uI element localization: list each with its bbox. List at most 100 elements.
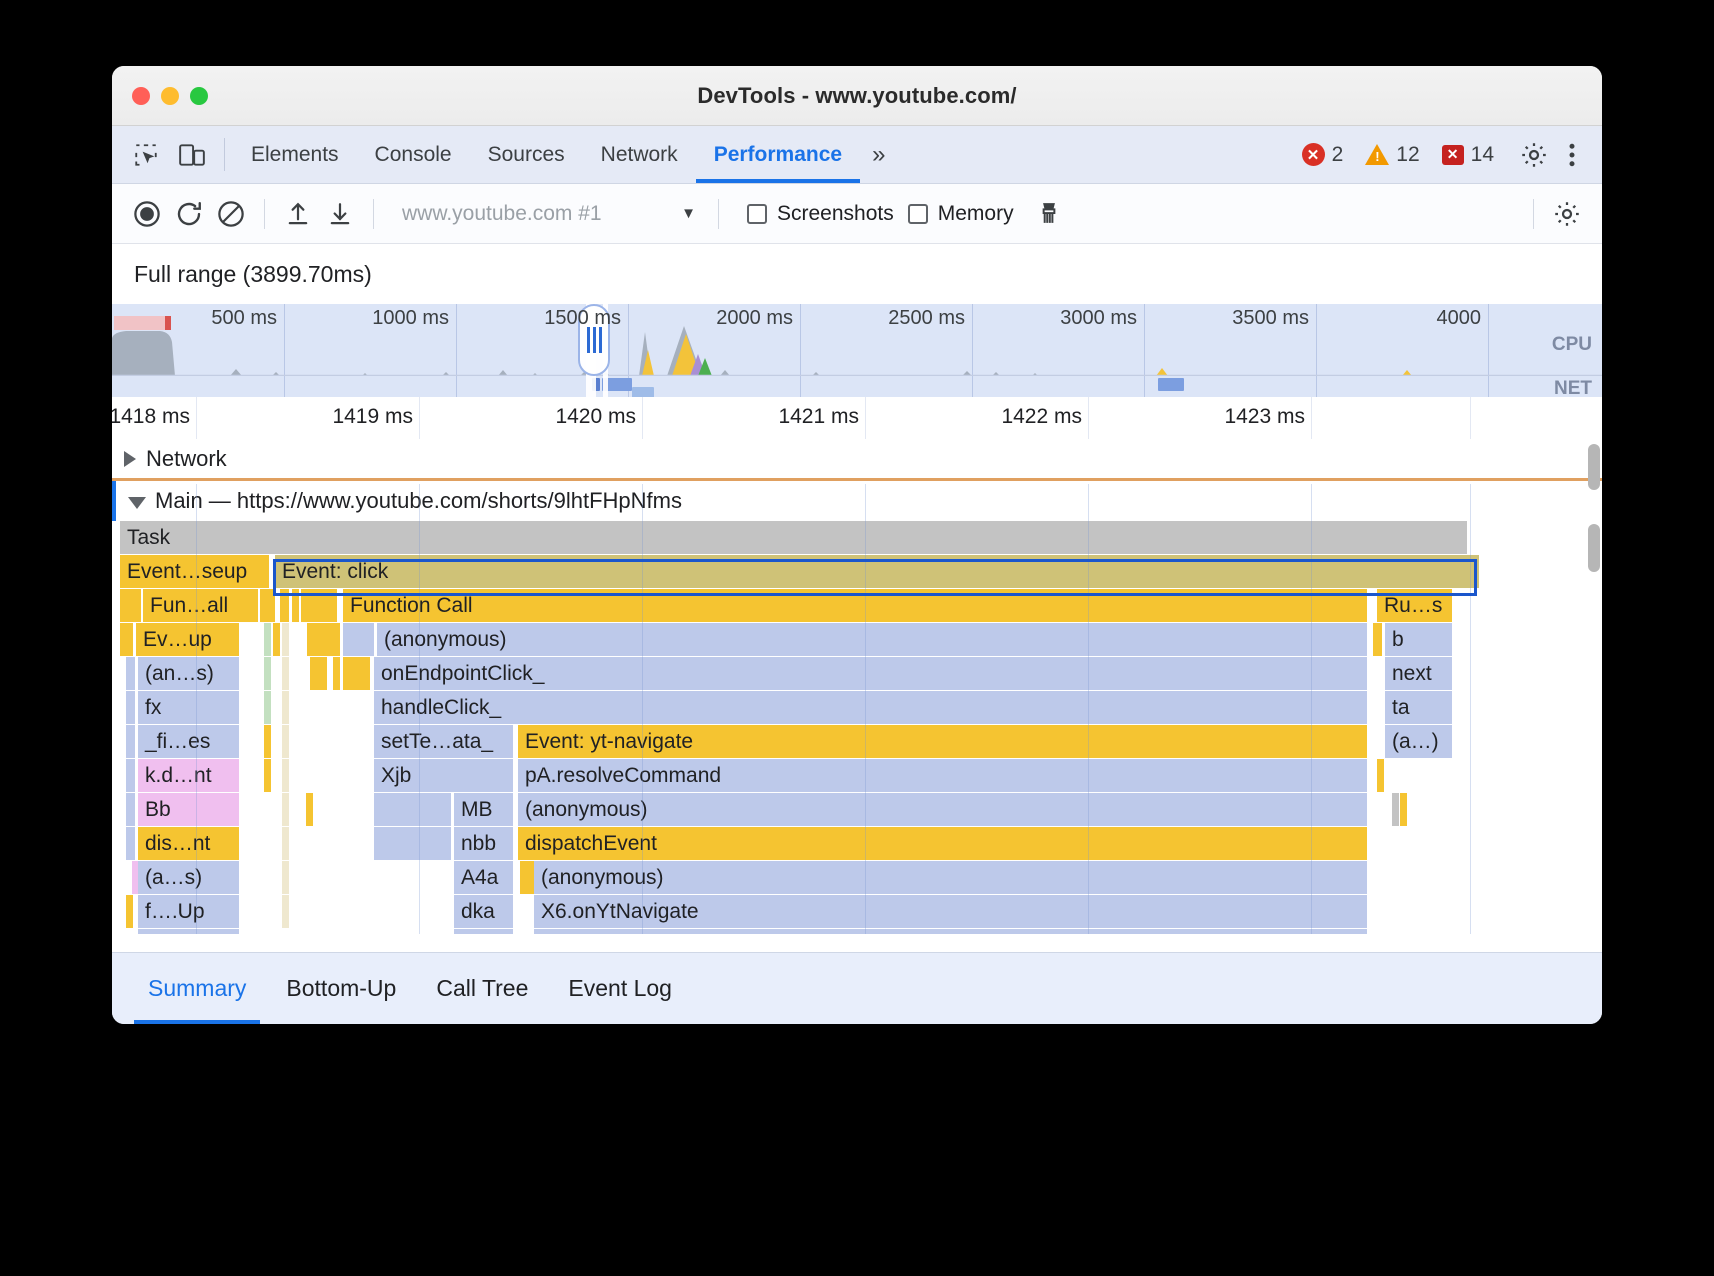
record-icon[interactable]: [126, 193, 168, 235]
flame-bar[interactable]: Function Call: [343, 589, 1368, 622]
flame-bar[interactable]: Event: yt-navigate: [518, 725, 1368, 758]
collapsed-arrow-icon[interactable]: [124, 451, 136, 467]
flame-bar-unlabeled[interactable]: [120, 623, 134, 656]
flame-bar-unlabeled[interactable]: [264, 657, 272, 690]
flame-bar-unlabeled[interactable]: [333, 657, 341, 690]
flame-bar[interactable]: nbb: [454, 827, 514, 860]
flame-bar-unlabeled[interactable]: [280, 589, 290, 622]
flame-bar-unlabeled[interactable]: [374, 793, 452, 826]
timeline-tracks[interactable]: Network Main — https://www.youtube.com/s…: [112, 439, 1602, 934]
flame-bar-unlabeled[interactable]: [1392, 793, 1400, 826]
flame-bar[interactable]: Event: click: [275, 555, 1480, 588]
flame-bar-unlabeled[interactable]: [1377, 759, 1385, 792]
flame-bar-unlabeled[interactable]: [126, 657, 136, 690]
flame-bar[interactable]: pA.resolveCommand: [518, 759, 1368, 792]
flame-bar[interactable]: Bb: [138, 793, 240, 826]
screenshots-checkbox-group[interactable]: Screenshots: [731, 202, 908, 226]
load-profile-icon[interactable]: [277, 193, 319, 235]
tab-summary[interactable]: Summary: [128, 953, 266, 1024]
flame-bar[interactable]: Fun…all: [143, 589, 259, 622]
flame-bar[interactable]: (an…s): [138, 657, 240, 690]
tab-performance[interactable]: Performance: [696, 126, 860, 183]
flame-bar-unlabeled[interactable]: [282, 793, 290, 826]
tab-console[interactable]: Console: [357, 126, 470, 183]
recording-selector[interactable]: www.youtube.com #1 ▼: [386, 202, 706, 226]
flame-bar-unlabeled[interactable]: [374, 827, 452, 860]
flame-bar[interactable]: _fi…es: [138, 725, 240, 758]
zoom-window-button[interactable]: [190, 87, 208, 105]
flame-bar[interactable]: A4a: [454, 861, 514, 894]
flame-bar-unlabeled[interactable]: [343, 623, 375, 656]
flame-bar-unlabeled[interactable]: [264, 623, 272, 656]
flame-bar-unlabeled[interactable]: [126, 827, 136, 860]
flame-bar-unlabeled[interactable]: [126, 759, 136, 792]
flame-bar[interactable]: MB: [454, 793, 514, 826]
flame-bar[interactable]: Ev…up: [136, 623, 240, 656]
tab-sources[interactable]: Sources: [470, 126, 583, 183]
flame-bar-unlabeled[interactable]: [282, 827, 290, 860]
flame-bar[interactable]: next: [1385, 657, 1453, 690]
flame-bar[interactable]: dispatchEvent: [518, 827, 1368, 860]
save-profile-icon[interactable]: [319, 193, 361, 235]
flame-bar[interactable]: tF…p: [138, 929, 240, 934]
flame-bar-unlabeled[interactable]: [301, 589, 338, 622]
error-counter[interactable]: ✕ 2: [1294, 143, 1352, 167]
flame-bar-unlabeled[interactable]: [264, 725, 272, 758]
flame-bar[interactable]: Event…seup: [120, 555, 270, 588]
flame-bar-unlabeled[interactable]: [343, 657, 371, 690]
flame-bar[interactable]: (a…): [1385, 725, 1453, 758]
flame-bar-unlabeled[interactable]: [260, 589, 276, 622]
tab-elements[interactable]: Elements: [233, 126, 357, 183]
flame-bar[interactable]: dka: [454, 895, 514, 928]
flame-bar-unlabeled[interactable]: [282, 657, 290, 690]
minimize-window-button[interactable]: [161, 87, 179, 105]
tab-event-log[interactable]: Event Log: [548, 953, 692, 1024]
flame-bar[interactable]: dis…nt: [138, 827, 240, 860]
flame-bar[interactable]: (anonymous): [518, 793, 1368, 826]
reload-record-icon[interactable]: [168, 193, 210, 235]
flame-bar[interactable]: setTe…ata_: [374, 725, 514, 758]
flame-bar-unlabeled[interactable]: [120, 589, 142, 622]
flame-bar-unlabeled[interactable]: [1400, 793, 1408, 826]
expanded-arrow-icon[interactable]: [128, 497, 146, 509]
flame-bar[interactable]: (a…s): [138, 861, 240, 894]
timeline-overview[interactable]: 500 ms 1000 ms 1500 ms 2000 ms 2500 ms 3…: [112, 304, 1602, 397]
flame-bar-unlabeled[interactable]: [282, 759, 290, 792]
flame-bar[interactable]: handleClick_: [374, 691, 1368, 724]
flame-bar-unlabeled[interactable]: [282, 623, 290, 656]
flame-bar-unlabeled[interactable]: [264, 759, 272, 792]
flame-bar[interactable]: Ru…s: [1377, 589, 1453, 622]
flame-bar-unlabeled[interactable]: [282, 861, 290, 894]
inspect-element-icon[interactable]: [130, 139, 162, 171]
flame-bar-unlabeled[interactable]: [126, 895, 134, 928]
flame-bar-unlabeled[interactable]: [310, 657, 328, 690]
more-tabs-icon[interactable]: »: [860, 126, 894, 183]
tab-call-tree[interactable]: Call Tree: [416, 953, 548, 1024]
flame-bar-unlabeled[interactable]: [126, 793, 136, 826]
track-main[interactable]: Main — https://www.youtube.com/shorts/9l…: [112, 481, 1602, 521]
flame-bar[interactable]: X6.onYtNavigate: [534, 895, 1368, 928]
flame-bar-unlabeled[interactable]: [126, 725, 136, 758]
flame-bar-unlabeled[interactable]: [126, 691, 136, 724]
collect-garbage-icon[interactable]: [1028, 193, 1070, 235]
flame-bar[interactable]: b: [1385, 623, 1453, 656]
flame-bar[interactable]: fx: [138, 691, 240, 724]
flame-bar[interactable]: f.get: [454, 929, 514, 934]
flame-bar-unlabeled[interactable]: [273, 623, 281, 656]
flame-bar[interactable]: (anonymous): [534, 861, 1368, 894]
flame-bar-unlabeled[interactable]: [282, 725, 290, 758]
tab-network[interactable]: Network: [583, 126, 696, 183]
flame-bar[interactable]: Xjb: [374, 759, 514, 792]
flame-bar-unlabeled[interactable]: [292, 589, 300, 622]
flame-bar[interactable]: k.d…nt: [138, 759, 240, 792]
capture-settings-gear-icon[interactable]: [1546, 193, 1588, 235]
tab-bottom-up[interactable]: Bottom-Up: [266, 953, 416, 1024]
gear-icon[interactable]: [1518, 139, 1550, 171]
flame-bar-unlabeled[interactable]: [264, 691, 272, 724]
screenshots-checkbox[interactable]: [747, 204, 767, 224]
flame-bar[interactable]: X6.handleNavigate: [534, 929, 1368, 934]
flame-bar-unlabeled[interactable]: [307, 623, 341, 656]
tracks-scrollbar-thumb-2[interactable]: [1588, 524, 1600, 572]
flame-bar-unlabeled[interactable]: [1373, 623, 1383, 656]
memory-checkbox-group[interactable]: Memory: [908, 202, 1028, 226]
